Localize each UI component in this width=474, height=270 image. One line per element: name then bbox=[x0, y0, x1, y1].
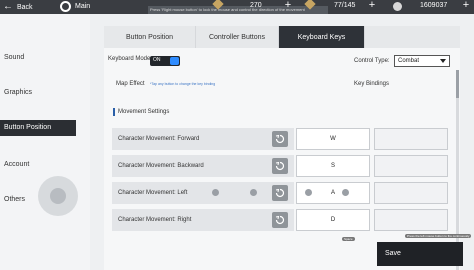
scrollbar[interactable] bbox=[456, 70, 459, 270]
tab-controller-buttons[interactable]: Controller Buttons bbox=[196, 26, 279, 48]
overlay-dot-icon bbox=[212, 189, 219, 196]
key-cell-forward-primary[interactable]: W bbox=[296, 128, 370, 150]
stat-77-145: 77/145 bbox=[334, 2, 356, 9]
main-label: Main bbox=[75, 3, 91, 10]
tip-banner: Press 'Right mouse button' to lock the m… bbox=[148, 6, 328, 14]
key-cell-backward-primary[interactable]: S bbox=[296, 155, 370, 177]
section-bar-icon bbox=[113, 108, 115, 116]
movement-label: Character Movement: Right bbox=[118, 217, 192, 223]
space-badge: Space bbox=[342, 237, 355, 241]
add-icon-3[interactable]: + bbox=[460, 0, 472, 12]
toggle-knob bbox=[170, 57, 179, 65]
overlay-dot-icon bbox=[250, 189, 257, 196]
sidebar-item-others[interactable]: Others bbox=[4, 196, 25, 203]
tab-button-position[interactable]: Button Position bbox=[104, 26, 196, 48]
back-label: Back bbox=[17, 3, 33, 11]
reset-icon[interactable] bbox=[272, 212, 288, 228]
control-type-select[interactable]: Combat bbox=[394, 55, 450, 67]
top-bar: ← Back Main Press 'Right mouse button' t… bbox=[0, 0, 474, 14]
reset-icon[interactable] bbox=[272, 185, 288, 201]
add-icon-2[interactable]: + bbox=[366, 0, 378, 12]
movement-row-left: Character Movement: Left bbox=[112, 182, 294, 204]
scrollbar-thumb[interactable] bbox=[456, 70, 459, 98]
section-title-text: Movement Settings bbox=[118, 109, 170, 115]
tab-bar: Button Position Controller Buttons Keybo… bbox=[104, 26, 460, 48]
add-icon-1[interactable]: + bbox=[282, 0, 294, 12]
keyboard-mode-label: Keyboard Mode bbox=[108, 56, 151, 62]
movement-row-forward: Character Movement: Forward bbox=[112, 128, 294, 150]
tab-keyboard-keys[interactable]: Keyboard Keys bbox=[279, 26, 365, 48]
main-button[interactable]: Main bbox=[60, 1, 90, 12]
movement-settings-title: Movement Settings bbox=[113, 108, 169, 116]
sidebar-item-account[interactable]: Account bbox=[4, 161, 29, 168]
sidebar-item-sound[interactable]: Sound bbox=[4, 54, 24, 61]
movement-label: Character Movement: Backward bbox=[118, 163, 204, 169]
stat-270: 270 bbox=[250, 2, 262, 9]
map-effect-note: *Tap any button to change the key bindin… bbox=[150, 82, 216, 86]
key-cell-left-secondary[interactable] bbox=[374, 182, 448, 204]
sidebar-item-graphics[interactable]: Graphics bbox=[4, 89, 32, 96]
tab-empty bbox=[365, 26, 460, 48]
reset-icon[interactable] bbox=[272, 158, 288, 174]
key-cell-forward-secondary[interactable] bbox=[374, 128, 448, 150]
movement-row-right: Character Movement: Right bbox=[112, 209, 294, 231]
joystick-knob bbox=[50, 188, 66, 204]
key-cell-right-primary[interactable]: D bbox=[296, 209, 370, 231]
stat-coins: 1609037 bbox=[420, 2, 448, 9]
toggle-on-text: ON bbox=[153, 57, 161, 63]
control-type-label: Control Type: bbox=[354, 58, 390, 64]
map-effect-label: Map Effect bbox=[116, 81, 145, 87]
key-bindings-label: Key Bindings bbox=[354, 81, 390, 87]
keyboard-mode-toggle[interactable]: ON bbox=[150, 56, 180, 66]
sidebar-item-button-position[interactable]: Button Position bbox=[0, 120, 76, 136]
key-cell-right-secondary[interactable] bbox=[374, 209, 448, 231]
movement-row-backward: Character Movement: Backward bbox=[112, 155, 294, 177]
save-button[interactable]: Save bbox=[377, 242, 463, 266]
joystick-icon bbox=[38, 176, 78, 216]
fire-hint-badge: Press the left mouse button to fire cont… bbox=[405, 234, 472, 238]
control-type-value: Combat bbox=[398, 58, 420, 64]
main-circle-icon bbox=[60, 1, 71, 12]
movement-label: Character Movement: Forward bbox=[118, 136, 200, 142]
reset-icon[interactable] bbox=[272, 131, 288, 147]
overlay-dot-icon bbox=[342, 189, 349, 196]
movement-label: Character Movement: Left bbox=[118, 190, 188, 196]
back-arrow-icon: ← bbox=[3, 1, 13, 12]
sidebar bbox=[0, 14, 90, 270]
back-button[interactable]: ← Back bbox=[3, 2, 33, 12]
coin-icon bbox=[393, 2, 402, 11]
key-cell-backward-secondary[interactable] bbox=[374, 155, 448, 177]
chevron-down-icon bbox=[440, 59, 446, 63]
overlay-dot-icon bbox=[305, 189, 312, 196]
